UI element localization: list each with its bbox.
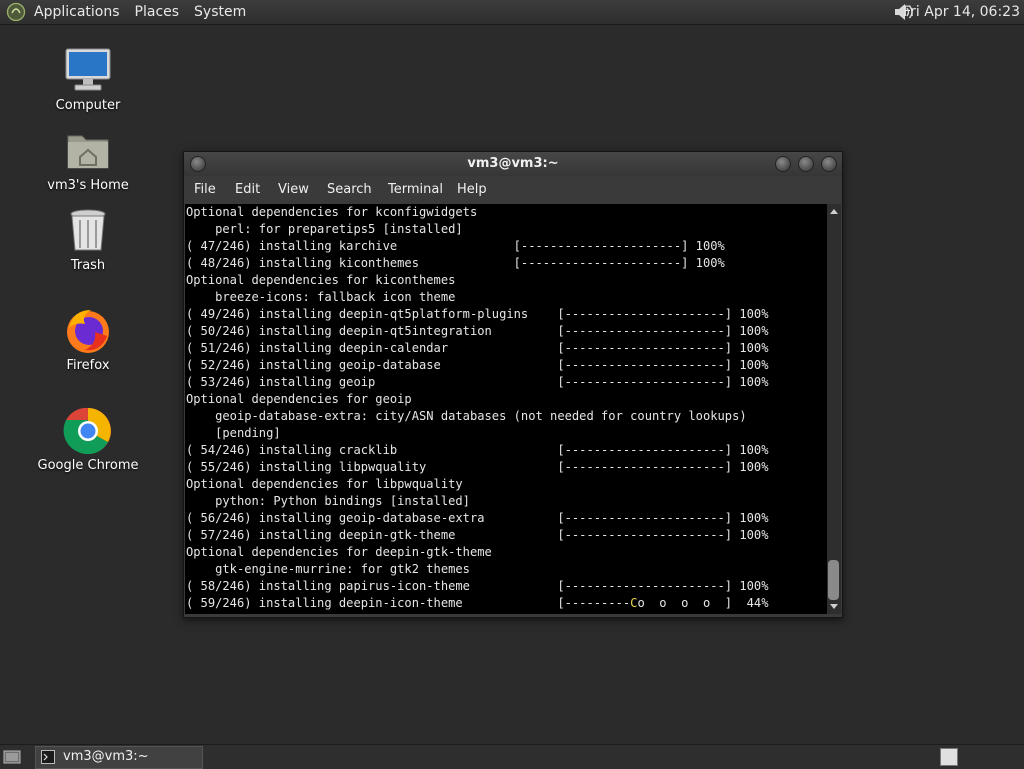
terminal-line: ( 50/246) installing deepin-qt5integrati…	[186, 324, 769, 338]
minimize-button[interactable]	[775, 156, 791, 172]
scroll-up-arrow-icon[interactable]	[829, 207, 839, 217]
terminal-output[interactable]: Optional dependencies for kconfigwidgets…	[185, 204, 827, 614]
menu-file[interactable]: File	[194, 182, 216, 197]
desktop-icon-label: Computer	[55, 98, 121, 113]
system-menu[interactable]: System	[194, 2, 246, 22]
window-title: vm3@vm3:~	[467, 156, 559, 171]
window-titlebar[interactable]: vm3@vm3:~	[184, 152, 842, 176]
terminal-line: Optional dependencies for geoip	[186, 392, 412, 406]
progress-suffix: o o o o ] 44%	[637, 596, 769, 610]
maximize-button[interactable]	[798, 156, 814, 172]
close-button[interactable]	[821, 156, 837, 172]
taskbar-terminal-button[interactable]: vm3@vm3:~	[35, 746, 203, 769]
applications-menu[interactable]: Applications	[34, 2, 120, 22]
mate-logo-icon[interactable]	[6, 2, 26, 22]
terminal-scrollbar[interactable]	[827, 204, 841, 614]
terminal-line: ( 56/246) installing geoip-database-extr…	[186, 511, 769, 525]
terminal-line: gtk-engine-murrine: for gtk2 themes	[186, 562, 470, 576]
desktop-icon-label: Google Chrome	[37, 458, 139, 473]
taskbar-label: vm3@vm3:~	[63, 749, 149, 764]
terminal-line: Optional dependencies for libpwquality	[186, 477, 463, 491]
terminal-line: perl: for preparetips5 [installed]	[186, 222, 463, 236]
chrome-icon	[63, 407, 111, 455]
bottom-panel: vm3@vm3:~	[0, 744, 1024, 769]
terminal-line: ( 51/246) installing deepin-calendar [--…	[186, 341, 769, 355]
home-folder-icon	[67, 135, 109, 169]
scrollbar-thumb[interactable]	[828, 560, 839, 600]
terminal-line: ( 49/246) installing deepin-qt5platform-…	[186, 307, 769, 321]
places-menu[interactable]: Places	[135, 2, 180, 22]
terminal-line: Optional dependencies for kiconthemes	[186, 273, 456, 287]
menu-help[interactable]: Help	[457, 182, 487, 197]
terminal-line: python: Python bindings [installed]	[186, 494, 470, 508]
menu-search[interactable]: Search	[327, 182, 372, 197]
terminal-line: Optional dependencies for deepin-gtk-the…	[186, 545, 492, 559]
desktop-icon-computer[interactable]: Computer	[33, 46, 143, 113]
terminal-window[interactable]: vm3@vm3:~ File Edit View Search Terminal…	[183, 151, 843, 618]
top-menu: Applications Places System	[34, 2, 261, 22]
desktop-icon-firefox[interactable]: Firefox	[33, 306, 143, 373]
desktop-icon-home[interactable]: vm3's Home	[33, 126, 143, 193]
terminal-line: ( 54/246) installing cracklib [---------…	[186, 443, 769, 457]
progress-prefix: ( 59/246) installing deepin-icon-theme […	[186, 596, 631, 610]
menu-edit[interactable]: Edit	[235, 182, 260, 197]
desktop-icon-trash[interactable]: Trash	[33, 206, 143, 273]
terminal-line: ( 52/246) installing geoip-database [---…	[186, 358, 769, 372]
terminal-line: ( 48/246) installing kiconthemes [------…	[186, 256, 725, 270]
desktop-icon-label: Trash	[70, 258, 106, 273]
computer-icon	[65, 48, 111, 91]
workspace-switcher[interactable]	[940, 748, 958, 766]
terminal-icon	[41, 750, 55, 764]
terminal-line: ( 57/246) installing deepin-gtk-theme [-…	[186, 528, 769, 542]
firefox-icon	[67, 310, 109, 353]
terminal-line: ( 53/246) installing geoip [------------…	[186, 375, 769, 389]
terminal-line: geoip-database-extra: city/ASN databases…	[186, 409, 747, 423]
menu-terminal[interactable]: Terminal	[388, 182, 443, 197]
terminal-line: ( 47/246) installing karchive [---------…	[186, 239, 725, 253]
terminal-line: breeze-icons: fallback icon theme	[186, 290, 456, 304]
menu-view[interactable]: View	[278, 182, 309, 197]
scroll-down-arrow-icon[interactable]	[829, 601, 839, 611]
terminal-line: [pending]	[186, 426, 281, 440]
desktop-icon-label: Firefox	[66, 358, 110, 373]
clock[interactable]: Fri Apr 14, 06:23	[903, 2, 1020, 22]
desktop-icon-chrome[interactable]: Google Chrome	[33, 406, 143, 473]
desktop-icon-label: vm3's Home	[47, 178, 129, 193]
terminal-line: Optional dependencies for kconfigwidgets	[186, 205, 478, 219]
top-panel: Applications Places System Fri Apr 14, 0…	[0, 0, 1024, 25]
terminal-line-current: ( 59/246) installing deepin-icon-theme […	[185, 595, 827, 612]
show-desktop-icon[interactable]	[3, 748, 21, 766]
terminal-line: ( 55/246) installing libpwquality [-----…	[186, 460, 769, 474]
terminal-menubar: File Edit View Search Terminal Help	[184, 176, 842, 204]
terminal-line: ( 58/246) installing papirus-icon-theme …	[186, 579, 769, 593]
trash-icon	[70, 209, 106, 251]
